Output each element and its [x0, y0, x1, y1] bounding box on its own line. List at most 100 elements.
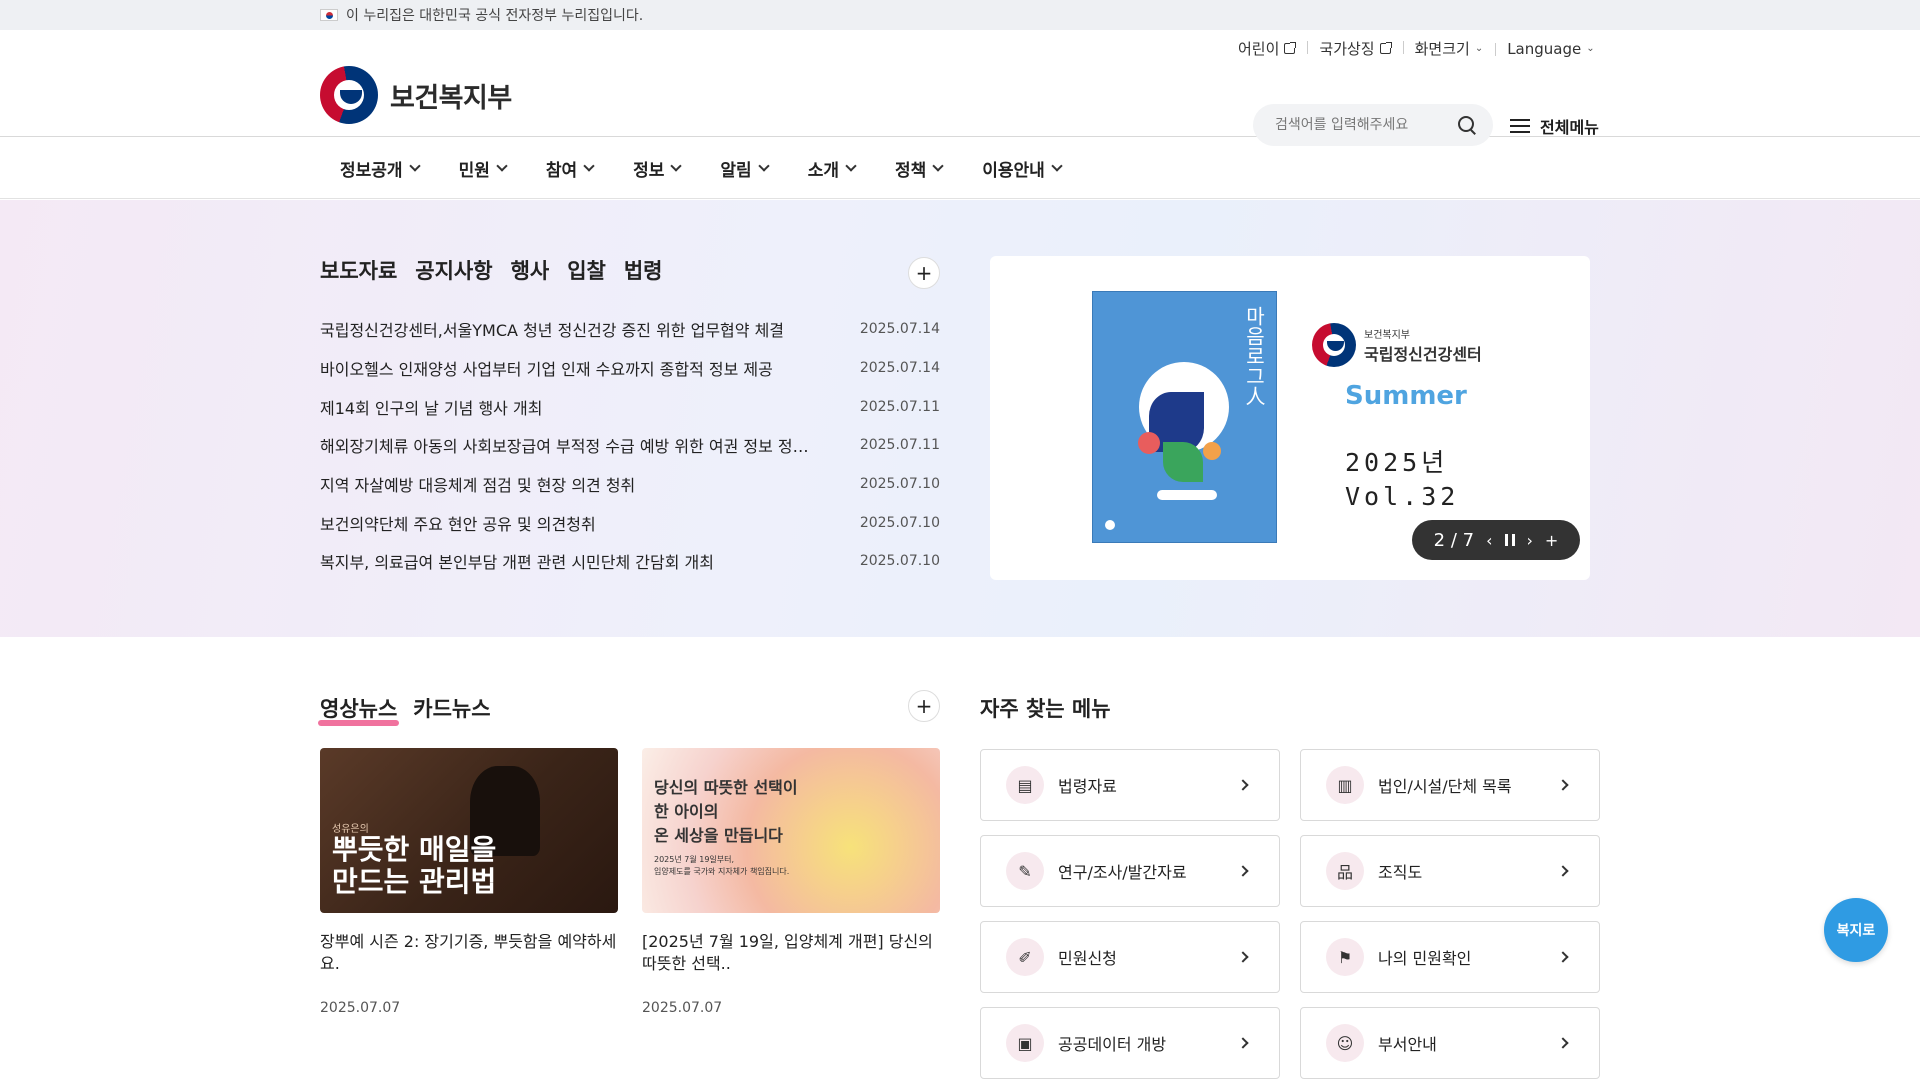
news-title: 복지부, 의료급여 본인부담 개편 관련 시민단체 간담회 개최 — [320, 553, 714, 573]
chevron-down-icon — [1051, 160, 1063, 172]
chevron-right-icon — [1557, 1037, 1569, 1049]
fav-item-civil-application[interactable]: ✐ 민원신청 — [980, 921, 1280, 993]
fav-item-department-guide[interactable]: ☺ 부서안내 — [1300, 1007, 1600, 1079]
news-title: 해외장기체류 아동의 사회보장급여 부적정 수급 예방 위한 여권 정보 정비.… — [320, 437, 820, 457]
tab-law[interactable]: 법령 — [624, 255, 663, 285]
gov-banner: 이 누리집은 대한민국 공식 전자정부 누리집입니다. — [0, 0, 1920, 30]
nav-item-participation[interactable]: 참여 — [526, 156, 613, 181]
next-arrow-icon[interactable]: › — [1527, 531, 1533, 550]
external-link-icon — [1284, 42, 1297, 54]
chevron-down-icon — [845, 160, 857, 172]
external-link-icon — [1379, 42, 1392, 54]
news-more-button[interactable]: + — [908, 257, 940, 289]
fav-item-org-chart[interactable]: 品 조직도 — [1300, 835, 1600, 907]
org-chart-icon: 品 — [1326, 852, 1364, 890]
hamburger-icon — [1510, 118, 1530, 134]
logo-text: 보건복지부 — [390, 82, 512, 114]
tab-card-news[interactable]: 카드뉴스 — [413, 693, 490, 723]
fav-item-law-data[interactable]: ▤ 법령자료 — [980, 749, 1280, 821]
government-emblem-icon — [320, 66, 378, 124]
news-tabs: 보도자료 공지사항 행사 입찰 법령 — [317, 255, 663, 288]
korean-flag-icon — [320, 9, 338, 21]
fav-item-corporation-list[interactable]: ▥ 법인/시설/단체 목록 — [1300, 749, 1600, 821]
prev-arrow-icon[interactable]: ‹ — [1486, 531, 1492, 550]
law-book-icon: ▤ — [1006, 766, 1044, 804]
video-card[interactable]: 당신의 따뜻한 선택이 한 아이의 온 세상을 만듭니다 2025년 7월 19… — [642, 748, 940, 1016]
tab-event[interactable]: 행사 — [511, 255, 550, 285]
news-date: 2025.07.14 — [859, 360, 940, 377]
people-icon: ☺ — [1326, 1024, 1364, 1062]
nav-item-policy[interactable]: 정책 — [875, 156, 962, 181]
util-link-kids[interactable]: 어린이 — [1226, 38, 1307, 59]
site-header: 어린이 국가상징 화면크기⌄ Language⌄ 보건복지부 전체메뉴 — [0, 30, 1920, 146]
news-title: 바이오헬스 인재양성 사업부터 기업 인재 수요까지 종합적 정보 제공 — [320, 360, 773, 380]
chevron-down-icon — [583, 160, 595, 172]
news-item[interactable]: 지역 자살예방 대응체계 점검 및 현장 의견 청취 2025.07.10 — [320, 465, 940, 504]
chevron-down-icon — [932, 160, 944, 172]
search-input[interactable] — [1275, 117, 1457, 133]
slider-counter: 2 / 7 — [1433, 529, 1475, 551]
plus-icon: + — [915, 261, 933, 285]
chevron-down-icon — [496, 160, 508, 172]
util-link-national-symbol[interactable]: 국가상징 — [1307, 38, 1402, 59]
pause-icon[interactable] — [1504, 534, 1515, 546]
util-screen-size[interactable]: 화면크기 ⌄ — [1402, 38, 1496, 59]
plus-icon: + — [915, 694, 933, 718]
news-item[interactable]: 제14회 인구의 날 기념 행사 개최 2025.07.11 — [320, 387, 940, 426]
nav-item-about[interactable]: 소개 — [788, 156, 875, 181]
nav-item-civil-complaint[interactable]: 민원 — [439, 156, 526, 181]
chevron-right-icon — [1557, 779, 1569, 791]
news-date: 2025.07.11 — [859, 398, 940, 415]
fav-item-public-data[interactable]: ▣ 공공데이터 개방 — [980, 1007, 1280, 1079]
news-item[interactable]: 복지부, 의료급여 본인부담 개편 관련 시민단체 간담회 개최 2025.07.… — [320, 542, 940, 581]
chevron-right-icon — [1237, 1037, 1249, 1049]
banner-season: Summer — [1345, 381, 1467, 411]
magazine-title: 마음로그人 — [1242, 306, 1266, 406]
tab-video-news[interactable]: 영상뉴스 — [317, 693, 400, 726]
nav-item-notice[interactable]: 알림 — [700, 156, 787, 181]
video-thumbnail: 성유은의 뿌듯한 매일을 만드는 관리법 — [320, 748, 618, 913]
research-doc-icon: ✎ — [1006, 852, 1044, 890]
chevron-down-icon: ⌄ — [1474, 43, 1484, 54]
news-item[interactable]: 보건의약단체 주요 현안 공유 및 의견청취 2025.07.10 — [320, 503, 940, 542]
nav-item-info-disclosure[interactable]: 정보공개 — [320, 156, 439, 181]
search-icon[interactable] — [1457, 115, 1477, 135]
all-menu-button[interactable]: 전체메뉴 — [1510, 114, 1599, 138]
nav-item-guide[interactable]: 이용안내 — [962, 156, 1081, 181]
news-date: 2025.07.10 — [859, 476, 940, 493]
news-hero-section: 보도자료 공지사항 행사 입찰 법령 + 국립정신건강센터,서울YMCA 청년 … — [0, 200, 1920, 637]
pen-document-icon: ✐ — [1006, 938, 1044, 976]
news-item[interactable]: 국립정신건강센터,서울YMCA 청년 정신건강 증진 위한 업무협약 체결 202… — [320, 310, 940, 349]
media-tabs: 영상뉴스 카드뉴스 — [317, 693, 491, 726]
fav-item-my-complaint[interactable]: ⚑ 나의 민원확인 — [1300, 921, 1600, 993]
tab-press-release[interactable]: 보도자료 — [317, 255, 400, 288]
util-language[interactable]: Language ⌄ — [1495, 40, 1606, 58]
nav-item-information[interactable]: 정보 — [613, 156, 700, 181]
news-date: 2025.07.11 — [859, 437, 940, 454]
chatbot-button[interactable]: 복지로 — [1824, 898, 1888, 962]
chevron-down-icon — [408, 160, 421, 172]
news-list: 국립정신건강센터,서울YMCA 청년 정신건강 증진 위한 업무협약 체결 202… — [320, 310, 940, 581]
slider-controls: 2 / 7 ‹ › + — [1412, 520, 1580, 560]
video-thumbnail: 당신의 따뜻한 선택이 한 아이의 온 세상을 만듭니다 2025년 7월 19… — [642, 748, 940, 913]
video-title: [2025년 7월 19일, 입양체계 개편] 당신의 따뜻한 선택.. — [642, 932, 933, 973]
flag-icon: ⚑ — [1326, 938, 1364, 976]
plus-icon[interactable]: + — [1545, 531, 1558, 550]
tab-notice[interactable]: 공지사항 — [415, 255, 492, 285]
news-title: 지역 자살예방 대응체계 점검 및 현장 의견 청취 — [320, 476, 636, 496]
chevron-down-icon: ⌄ — [1586, 43, 1595, 54]
news-item[interactable]: 바이오헬스 인재양성 사업부터 기업 인재 수요까지 종합적 정보 제공 2025… — [320, 349, 940, 388]
video-card[interactable]: 성유은의 뿌듯한 매일을 만드는 관리법 장뿌예 시즌 2: 장기기증, 뿌듯함… — [320, 748, 618, 1016]
news-date: 2025.07.14 — [859, 321, 940, 338]
media-more-button[interactable]: + — [908, 690, 940, 722]
main-navigation: 정보공개 민원 참여 정보 알림 소개 정책 이용안내 — [0, 137, 1920, 199]
promo-banner[interactable]: 마음로그人 보건복지부 국립정신건강센터 Summer 2025년 Vol.32… — [990, 256, 1590, 580]
news-title: 보건의약단체 주요 현안 공유 및 의견청취 — [320, 514, 596, 534]
chevron-right-icon — [1237, 865, 1249, 877]
tab-bidding[interactable]: 입찰 — [567, 255, 606, 285]
video-date: 2025.07.07 — [642, 1000, 723, 1016]
government-emblem-icon — [1312, 323, 1356, 367]
site-logo[interactable]: 보건복지부 — [320, 66, 512, 124]
news-item[interactable]: 해외장기체류 아동의 사회보장급여 부적정 수급 예방 위한 여권 정보 정비.… — [320, 426, 940, 465]
fav-item-research[interactable]: ✎ 연구/조사/발간자료 — [980, 835, 1280, 907]
